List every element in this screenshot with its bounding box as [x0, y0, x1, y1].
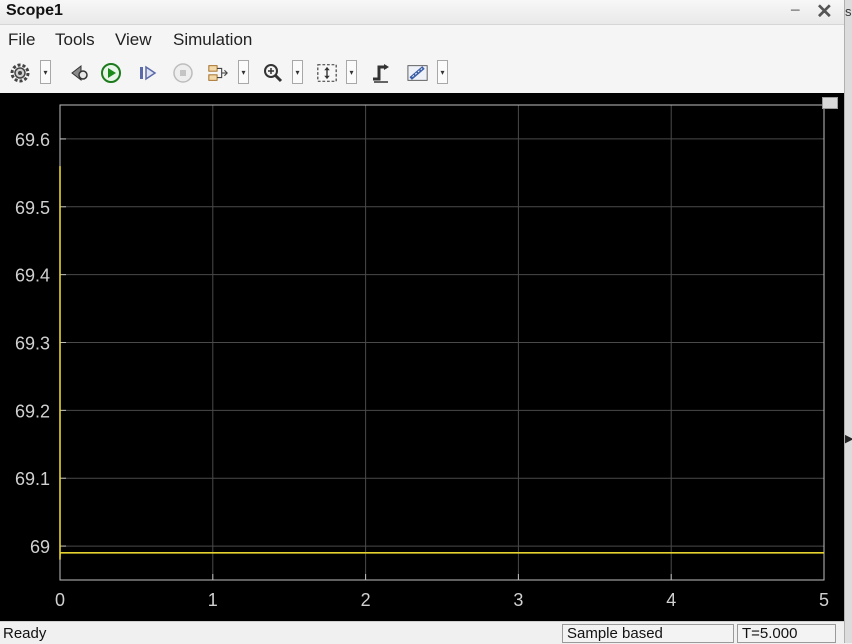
x-tick-label: 3 — [513, 590, 523, 610]
y-tick-label: 69.2 — [15, 401, 50, 421]
triggers-icon[interactable] — [370, 62, 392, 84]
status-mode: Sample based — [562, 624, 734, 643]
expand-arrow-icon: ▶ — [845, 433, 852, 445]
signal-selector-dropdown-arrow-icon[interactable]: ▾ — [238, 60, 249, 84]
y-tick-label: 69.1 — [15, 469, 50, 489]
status-time: T=5.000 — [737, 624, 836, 643]
x-tick-label: 1 — [208, 590, 218, 610]
status-ready: Ready — [3, 625, 47, 642]
step-forward-icon[interactable] — [137, 62, 159, 84]
close-button[interactable]: ✕ — [816, 0, 833, 24]
settings-icon[interactable] — [9, 62, 31, 84]
menu-bar: File Tools View Simulation — [0, 25, 844, 53]
scope-plot: 0 1 2 3 4 5 69 69.1 69.2 69.3 69.4 69.5 69.6 — [15, 104, 829, 610]
x-tick-label: 0 — [55, 590, 65, 610]
y-tick-label: 69.5 — [15, 198, 50, 218]
minimize-button[interactable]: − — [790, 0, 801, 21]
undock-icon[interactable] — [822, 97, 838, 109]
zoom-in-icon[interactable] — [262, 62, 284, 84]
adjacent-window-letter: s — [845, 4, 852, 19]
stop-icon[interactable] — [172, 62, 194, 84]
step-back-icon[interactable] — [67, 62, 89, 84]
menu-view[interactable]: View — [115, 30, 152, 50]
measurements-dropdown-arrow-icon[interactable]: ▾ — [437, 60, 448, 84]
menu-file[interactable]: File — [8, 30, 35, 50]
scale-axes-dropdown-arrow-icon[interactable]: ▾ — [346, 60, 357, 84]
x-tick-label: 4 — [666, 590, 676, 610]
zoom-dropdown-arrow-icon[interactable]: ▾ — [292, 60, 303, 84]
x-tick-label: 5 — [819, 590, 829, 610]
y-tick-label: 69.4 — [15, 266, 50, 286]
toolbar: ▾ ▾ ▾ ▾ ▾ — [0, 53, 844, 93]
scale-axes-icon[interactable] — [316, 62, 338, 84]
signal-series — [59, 166, 824, 560]
status-bar: Ready Sample based T=5.000 — [0, 621, 844, 644]
scope-display[interactable]: 0 1 2 3 4 5 69 69.1 69.2 69.3 69.4 69.5 69.6 — [0, 93, 844, 621]
title-bar: Scope1 − ✕ — [0, 0, 844, 25]
y-tick-label: 69.6 — [15, 130, 50, 150]
window-title: Scope1 — [6, 2, 63, 19]
settings-dropdown-arrow-icon[interactable]: ▾ — [40, 60, 51, 84]
measurements-icon[interactable] — [407, 62, 429, 84]
plot-grid — [59, 105, 825, 580]
adjacent-window-edge: s ▶ — [844, 0, 852, 643]
menu-simulation[interactable]: Simulation — [173, 30, 252, 50]
x-tick-label: 2 — [361, 590, 371, 610]
signal-selector-icon[interactable] — [207, 62, 229, 84]
signal-line — [59, 166, 824, 560]
tick-labels: 0 1 2 3 4 5 69 69.1 69.2 69.3 69.4 69.5 69.6 — [15, 130, 829, 610]
y-tick-label: 69.3 — [15, 334, 50, 354]
y-tick-label: 69 — [30, 537, 50, 557]
menu-tools[interactable]: Tools — [55, 30, 95, 50]
run-icon[interactable] — [100, 62, 122, 84]
